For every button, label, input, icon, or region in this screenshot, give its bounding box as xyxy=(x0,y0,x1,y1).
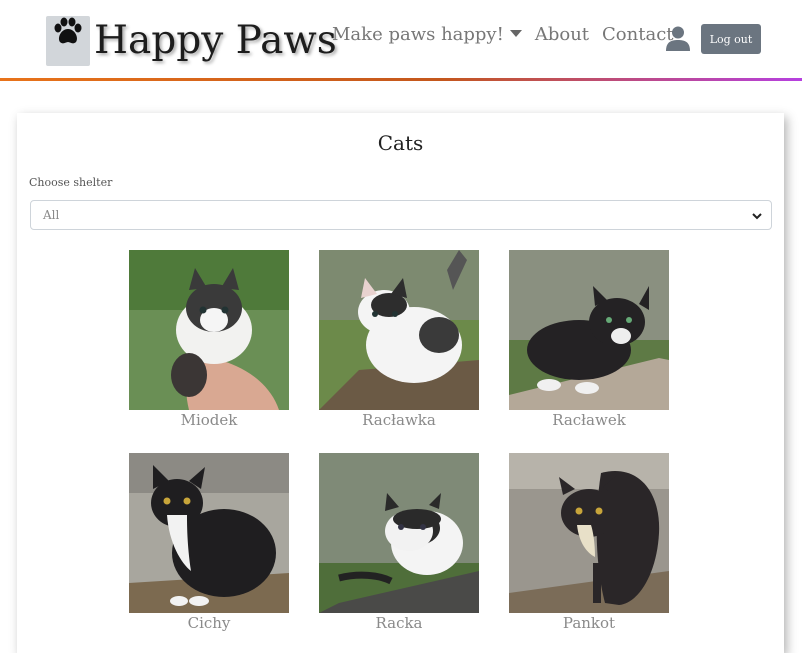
nav-links: Make paws happy! About Contact xyxy=(332,24,687,45)
cat-photo xyxy=(129,453,289,613)
cat-name: Pankot xyxy=(562,614,616,632)
caret-down-icon xyxy=(509,30,522,37)
cat-photo xyxy=(509,453,669,613)
cat-card-racka[interactable]: Racka xyxy=(319,453,479,632)
cat-name: Racławek xyxy=(552,411,626,429)
cat-photo xyxy=(509,250,669,410)
navbar-accent-line xyxy=(0,78,802,81)
chevron-down-icon xyxy=(751,210,763,225)
cats-card: Cats Choose shelter All Miodek Racławka … xyxy=(17,113,784,653)
cat-photo xyxy=(129,250,289,410)
cat-photo xyxy=(319,453,479,613)
navbar: Happy Paws Make paws happy! About Contac… xyxy=(0,0,802,78)
brand-logo-link[interactable]: Happy Paws xyxy=(46,16,337,66)
paw-icon xyxy=(46,16,90,66)
nav-about-link[interactable]: About xyxy=(535,24,589,45)
cat-name: Cichy xyxy=(187,614,231,632)
logout-button[interactable]: Log out xyxy=(701,24,761,54)
cat-photo xyxy=(319,250,479,410)
cat-card-miodek[interactable]: Miodek xyxy=(129,250,289,429)
cat-name: Miodek xyxy=(180,411,238,429)
cat-card-raclawka[interactable]: Racławka xyxy=(319,250,479,429)
brand-name: Happy Paws xyxy=(94,18,337,63)
shelter-select[interactable]: All xyxy=(30,200,772,230)
cat-name: Racka xyxy=(375,614,423,632)
shelter-select-value: All xyxy=(43,208,60,222)
cat-card-cichy[interactable]: Cichy xyxy=(129,453,289,632)
nav-make-paws-happy-dropdown[interactable]: Make paws happy! xyxy=(332,24,522,45)
page-title: Cats xyxy=(377,131,424,155)
cat-card-pankot[interactable]: Pankot xyxy=(509,453,669,632)
nav-make-paws-happy-label: Make paws happy! xyxy=(332,24,504,45)
shelter-label: Choose shelter xyxy=(29,176,113,189)
cat-name: Racławka xyxy=(362,411,436,429)
user-icon[interactable] xyxy=(665,25,691,55)
nav-contact-link[interactable]: Contact xyxy=(602,24,673,45)
cat-card-raclawek[interactable]: Racławek xyxy=(509,250,669,429)
